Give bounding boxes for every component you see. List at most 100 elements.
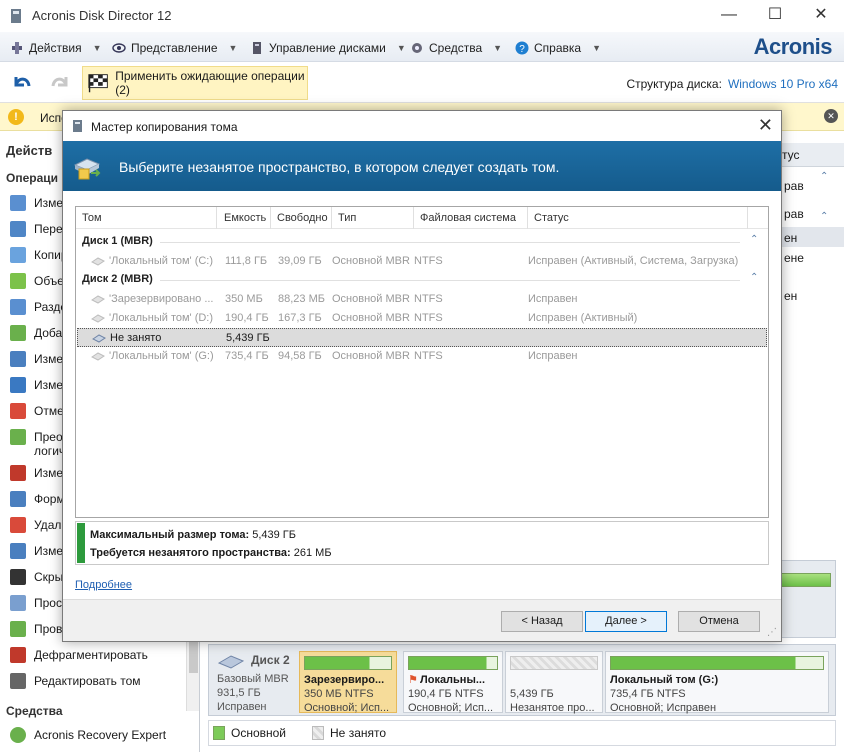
toolbar: Применить ожидающие операции (2) Структу… — [0, 63, 844, 103]
required-free-space-label: Требуется незанятого пространства: — [90, 547, 291, 559]
redo-icon[interactable] — [48, 71, 72, 95]
volume-row[interactable]: 'Локальный том' (G:) 735,4 ГБ 94,58 ГБ Осно… — [77, 347, 767, 366]
disk-2-info[interactable]: Диск 2 Базовый MBR 931,5 ГБ Исправен — [215, 651, 297, 713]
sidebar-item-operation[interactable]: Добав — [10, 323, 69, 343]
volume-row[interactable]: 'Локальный том' (C:) 111,8 ГБ 39,09 ГБ Осно… — [77, 252, 767, 271]
volume-list-header: Том Емкость Свободно Тип Файловая систем… — [76, 207, 768, 229]
sidebar-item-operation[interactable]: Прос — [10, 593, 62, 613]
close-button[interactable]: ✕ — [798, 0, 844, 32]
sidebar-item-operation[interactable]: логич — [10, 441, 65, 461]
sidebar-item-label: Удал — [34, 518, 62, 532]
undo-icon[interactable] — [10, 71, 34, 95]
menu-help[interactable]: ? Справка ▼ — [515, 39, 601, 57]
partition-block[interactable]: Локальный том (G:) 735,4 ГБ NTFS Основной;… — [605, 651, 829, 714]
partition-info: 190,4 ГБ NTFS — [408, 688, 484, 700]
cell-fs: NTFS — [414, 255, 443, 267]
sidebar-item-operation[interactable]: Редактировать том — [10, 671, 141, 691]
sidebar-item-operation[interactable]: Измен — [10, 541, 70, 561]
next-button[interactable]: Далее > — [585, 611, 667, 632]
partition-block[interactable]: Зарезервиро... 350 МБ NTFS Основной; Исп..… — [299, 651, 397, 714]
menu-actions[interactable]: Действия ▼ — [10, 39, 102, 57]
volume-row[interactable]: Не занято 5,439 ГБ — [77, 328, 767, 347]
menubar: Действия ▼ Представление ▼ Управление диск… — [0, 32, 844, 62]
volume-icon — [91, 352, 105, 361]
legend-primary-label: Основной — [231, 726, 287, 740]
partition-name: Зарезервиро... — [304, 674, 385, 686]
cell-type: Основной MBR — [332, 255, 410, 267]
status-cell: рав — [784, 179, 804, 193]
dialog-header: Выберите незанятое пространство, в котор… — [63, 141, 781, 191]
partition-info: 735,4 ГБ NTFS — [610, 688, 686, 700]
disk-name: Диск 2 — [251, 653, 290, 667]
status-column-header-label: тус — [782, 148, 800, 162]
disk-group-header: Диск 1 (MBR) — [82, 235, 153, 247]
cell-volume: Не занято — [110, 332, 162, 344]
partition-name: Локальны... — [420, 674, 486, 686]
menu-view[interactable]: Представление ▼ — [112, 39, 237, 57]
volume-icon — [92, 334, 106, 343]
partition-block[interactable]: 5,439 ГБ Незанятое про... — [505, 651, 603, 714]
legend-free-label: Не занято — [330, 726, 387, 740]
cancel-button[interactable]: Отмена — [678, 611, 760, 632]
column-header-status[interactable]: Статус — [534, 212, 569, 224]
close-icon[interactable]: ✕ — [824, 109, 838, 123]
wrench-icon — [12, 42, 22, 54]
operation-icon — [10, 325, 26, 341]
volume-row[interactable]: 'Локальный том' (D:) 190,4 ГБ 167,3 ГБ Осно… — [77, 309, 767, 328]
column-header-volume[interactable]: Том — [82, 212, 102, 224]
sidebar-item-operation[interactable]: Удал — [10, 515, 61, 535]
sidebar-item-operation[interactable]: Измен — [10, 375, 70, 395]
more-details-link[interactable]: Подробнее — [75, 579, 132, 591]
disk-type: Базовый MBR — [217, 673, 289, 685]
menu-tools[interactable]: Средства ▼ — [410, 39, 502, 57]
sidebar-item-operation[interactable]: Измен — [10, 193, 70, 213]
eye-icon — [112, 43, 126, 53]
operation-icon — [10, 465, 26, 481]
background-disk-block — [780, 560, 836, 638]
sidebar-item-operation[interactable]: Дефрагментировать — [10, 645, 148, 665]
collapse-icon[interactable]: ⌃ — [820, 211, 828, 222]
column-separator — [331, 207, 332, 229]
cell-volume: 'Локальный том' (G:) — [109, 350, 213, 362]
column-header-free[interactable]: Свободно — [277, 212, 328, 224]
sidebar-item-operation[interactable]: Пров — [10, 619, 62, 639]
resize-grip-icon[interactable]: ⋰ — [767, 627, 777, 638]
sidebar-item-operation[interactable]: Скры — [10, 567, 63, 587]
operation-icon — [10, 647, 26, 663]
partition-usage-bar — [510, 656, 598, 670]
sidebar-item-operation[interactable]: Измен — [10, 463, 70, 483]
max-volume-size: Максимальный размер тома: 5,439 ГБ — [90, 529, 296, 541]
disk-structure-value[interactable]: Windows 10 Pro x64 — [728, 77, 838, 91]
partition-status: Основной; Исп... — [304, 702, 390, 714]
maximize-button[interactable]: ☐ — [752, 0, 798, 32]
collapse-icon[interactable]: ⌃ — [750, 234, 758, 245]
sidebar-item-operation[interactable]: Разде — [10, 297, 67, 317]
sidebar-item-recovery-expert[interactable]: Acronis Recovery Expert — [10, 725, 166, 745]
operation-icon — [10, 621, 26, 637]
operation-icon — [10, 299, 26, 315]
volume-row[interactable]: 'Зарезервировано ... 350 МБ 88,23 МБ Основн… — [77, 290, 767, 309]
column-header-capacity[interactable]: Емкость — [224, 212, 266, 224]
sidebar-item-label: Дефрагментировать — [34, 648, 148, 662]
operation-icon — [10, 273, 26, 289]
partition-block[interactable]: Локальны... 190,4 ГБ NTFS Основной; Исп...… — [403, 651, 503, 714]
apply-pending-operations-button[interactable]: Применить ожидающие операции (2) — [82, 66, 308, 100]
disk-map: Диск 2 Базовый MBR 931,5 ГБ Исправен Зар… — [208, 644, 836, 716]
back-button[interactable]: < Назад — [501, 611, 583, 632]
collapse-icon[interactable]: ⌃ — [750, 272, 758, 283]
cell-free: 167,3 ГБ — [278, 312, 322, 324]
column-header-filesystem[interactable]: Файловая система — [420, 212, 516, 224]
sidebar-item-operation[interactable]: Копир — [10, 245, 68, 265]
menu-disk-management[interactable]: Управление дисками ▼ — [250, 39, 406, 57]
column-header-type[interactable]: Тип — [338, 212, 356, 224]
dialog-close-button[interactable]: ✕ — [758, 115, 773, 136]
operation-icon — [10, 517, 26, 533]
minimize-button[interactable]: — — [706, 0, 752, 32]
collapse-icon[interactable]: ⌃ — [820, 171, 828, 182]
volume-icon — [91, 257, 105, 266]
sidebar-item-operation[interactable]: Отме — [10, 401, 64, 421]
sidebar-item-operation[interactable]: Измен — [10, 349, 70, 369]
operation-icon — [10, 673, 26, 689]
sidebar-item-operation[interactable]: Форм — [10, 489, 65, 509]
disk-structure-label: Структура диска: — [626, 77, 722, 91]
